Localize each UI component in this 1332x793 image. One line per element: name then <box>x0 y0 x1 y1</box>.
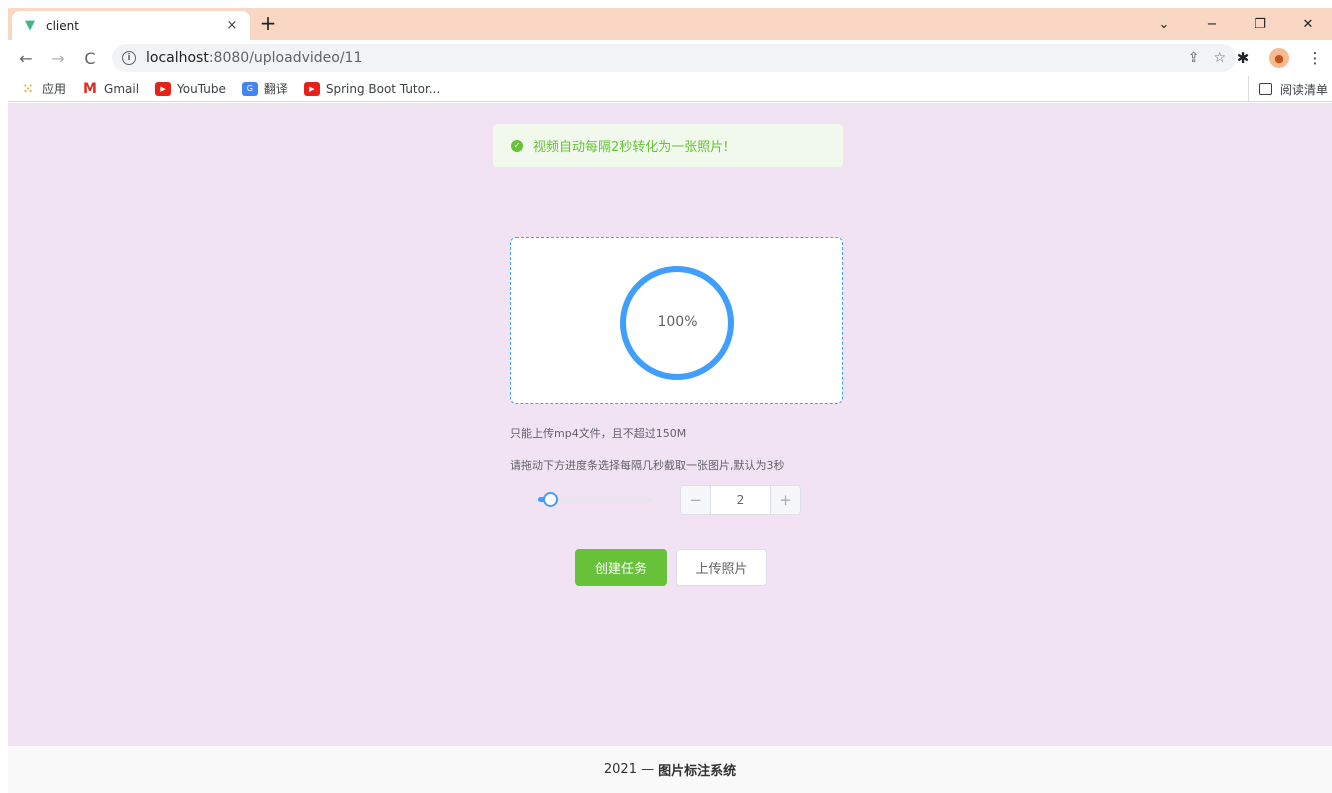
bookmark-spring-boot[interactable]: ▶ Spring Boot Tutor... <box>303 81 440 96</box>
video-upload-dropzone[interactable]: 100% <box>510 237 843 404</box>
close-window-button[interactable]: ✕ <box>1284 8 1332 40</box>
reload-icon[interactable]: C <box>76 44 104 72</box>
vue-logo-icon: ▼ <box>25 18 35 33</box>
increment-button[interactable]: + <box>770 486 800 514</box>
decrement-button[interactable]: − <box>681 486 711 514</box>
reading-list-icon <box>1258 83 1272 95</box>
bookmark-star-icon[interactable]: ☆ <box>1213 50 1226 66</box>
create-task-button[interactable]: 创建任务 <box>575 549 667 586</box>
extensions-puzzle-icon[interactable]: ✱ <box>1230 44 1256 72</box>
url-host: localhost <box>146 50 209 66</box>
upload-photo-button[interactable]: 上传照片 <box>676 549 767 586</box>
window-controls: ⌄ − ❐ ✕ <box>1140 8 1332 40</box>
browser-toolbar: ← → C i localhost:8080/uploadvideo/11 ⇪ … <box>8 40 1332 76</box>
bookmark-translate[interactable]: G 翻译 <box>241 80 288 97</box>
footer-year: 2021 — <box>603 762 655 777</box>
bookmarks-bar: ⁙ 应用 M Gmail ▶ YouTube G 翻译 ▶ Spring Boo… <box>8 76 1332 102</box>
footer: 2021 — 图片标注系统 <box>8 746 1332 793</box>
upload-file-tip: 只能上传mp4文件，且不超过150M <box>510 427 687 440</box>
browser-window: ▼ client × + ⌄ − ❐ ✕ ← → C i localhost:8… <box>8 8 1332 793</box>
bookmark-youtube[interactable]: ▶ YouTube <box>155 81 226 96</box>
interval-tip: 请拖动下方进度条选择每隔几秒截取一张图片,默认为3秒 <box>510 459 785 472</box>
interval-slider[interactable] <box>538 489 658 509</box>
tab-search-icon[interactable]: ⌄ <box>1140 8 1188 40</box>
profile-button[interactable]: ● <box>1266 44 1292 72</box>
youtube-icon: ▶ <box>155 81 172 96</box>
avatar-icon: ● <box>1269 48 1289 68</box>
success-alert: ✓ 视频自动每隔2秒转化为一张照片! <box>493 124 843 167</box>
interval-stepper: − 2 + <box>680 485 801 515</box>
translate-icon: G <box>241 81 258 96</box>
youtube-icon: ▶ <box>303 81 320 96</box>
restore-button[interactable]: ❐ <box>1236 8 1284 40</box>
site-info-icon[interactable]: i <box>122 51 136 65</box>
success-check-icon: ✓ <box>511 139 523 152</box>
bookmark-gmail[interactable]: M Gmail <box>82 80 139 97</box>
footer-brand: 图片标注系统 <box>658 764 737 779</box>
progress-percent: 100% <box>657 313 698 330</box>
forward-arrow-icon[interactable]: → <box>44 44 72 72</box>
back-arrow-icon[interactable]: ← <box>12 44 40 72</box>
interval-value-input[interactable]: 2 <box>711 486 770 514</box>
minimize-button[interactable]: − <box>1188 8 1236 40</box>
menu-kebab-icon[interactable]: ⋮ <box>1302 44 1328 72</box>
address-bar[interactable]: i localhost:8080/uploadvideo/11 ⇪ ☆ <box>112 44 1236 72</box>
url-path: :8080/uploadvideo/11 <box>208 50 363 66</box>
close-icon[interactable]: × <box>224 18 240 33</box>
tab-title: client <box>46 18 79 33</box>
tab-client[interactable]: ▼ client × <box>12 11 250 40</box>
slider-handle[interactable] <box>542 492 558 507</box>
reading-list-button[interactable]: 阅读清单 <box>1247 76 1328 102</box>
share-icon[interactable]: ⇪ <box>1188 50 1200 66</box>
gmail-icon: M <box>83 80 97 97</box>
new-tab-button[interactable]: + <box>256 12 280 36</box>
bookmark-apps[interactable]: ⁙ 应用 <box>20 80 66 97</box>
alert-text: 视频自动每隔2秒转化为一张照片! <box>533 140 729 155</box>
tab-strip: ▼ client × + ⌄ − ❐ ✕ <box>8 8 1332 40</box>
apps-grid-icon: ⁙ <box>22 81 34 96</box>
page-content: ✓ 视频自动每隔2秒转化为一张照片! 100% 只能上传mp4文件，且不超过15… <box>8 103 1332 746</box>
